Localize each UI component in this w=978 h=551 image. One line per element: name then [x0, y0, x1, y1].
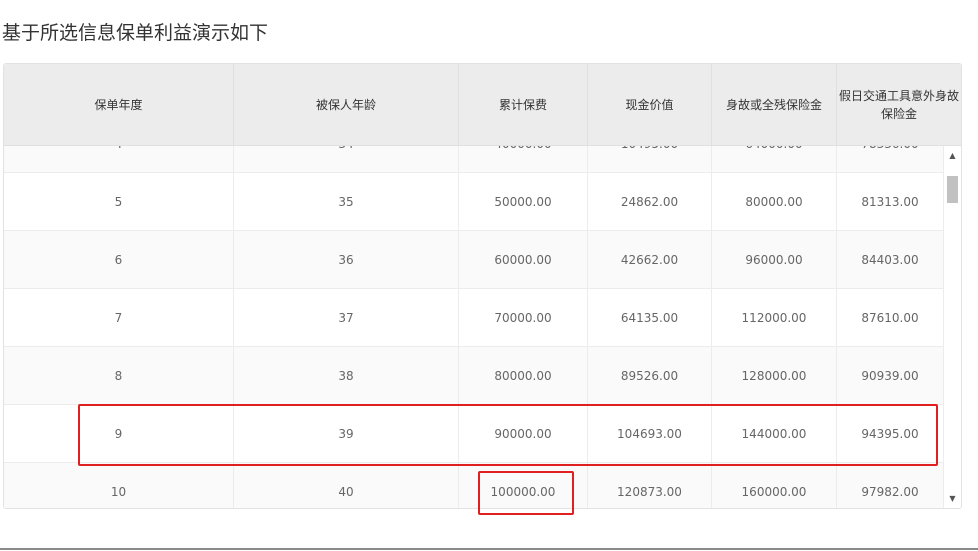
cell-holiday-accident-benefit: 84403.00: [861, 252, 919, 267]
cell-death-benefit: 112000.00: [712, 289, 837, 346]
table-row: 7 37 70000.00 64135.00 112000.00 87610.0…: [4, 289, 943, 347]
cell-holiday-accident-benefit: 97982.00: [861, 484, 919, 499]
header-death-benefit: 身故或全残保险金: [712, 64, 837, 145]
page-title: 基于所选信息保单利益演示如下: [2, 22, 269, 44]
cell-insured-age: 36: [234, 231, 459, 288]
cell-policy-year: 7: [4, 289, 234, 346]
cell-policy-year: 5: [4, 173, 234, 230]
cell-death-benefit: 128000.00: [712, 347, 837, 404]
cell-cumulative-premium: 50000.00: [459, 173, 588, 230]
scrollbar-thumb[interactable]: [947, 176, 958, 203]
cell-cumulative-premium: 40000.00: [459, 145, 588, 172]
header-holiday-accident-benefit: 假日交通工具意外身故保险金: [839, 88, 960, 121]
cell-holiday-accident-benefit: 78336.00: [837, 145, 943, 172]
cell-death-benefit: 96000.00: [712, 231, 837, 288]
cell-cumulative-premium: 60000.00: [459, 231, 588, 288]
cell-death-benefit: 64000.00: [712, 145, 837, 172]
cell-cash-value: 120873.00: [588, 463, 712, 508]
cell-cash-value: 42662.00: [588, 231, 712, 288]
header-cumulative-premium: 累计保费: [459, 64, 588, 145]
cell-holiday-accident-benefit: 81313.00: [861, 194, 919, 209]
cell-insured-age: 37: [234, 289, 459, 346]
cell-policy-year: 10: [4, 463, 234, 508]
cell-cumulative-premium: 70000.00: [459, 289, 588, 346]
cell-insured-age: 34: [234, 145, 459, 172]
cell-policy-year: 8: [4, 347, 234, 404]
cell-policy-year: 4: [4, 145, 234, 172]
cell-insured-age: 40: [234, 463, 459, 508]
cell-holiday-accident-benefit: 87610.00: [861, 310, 919, 325]
cell-cash-value: 64135.00: [588, 289, 712, 346]
table-row: 5 35 50000.00 24862.00 80000.00 81313.00: [4, 173, 943, 231]
table-row: 6 36 60000.00 42662.00 96000.00 84403.00: [4, 231, 943, 289]
highlight-premium-cell: [478, 471, 574, 515]
header-insured-age: 被保人年龄: [234, 64, 459, 145]
table-row: 10 40 100000.00 120873.00 160000.00 9798…: [4, 463, 943, 508]
cell-cash-value: 10495.00: [588, 145, 712, 172]
header-cash-value: 现金价值: [588, 64, 712, 145]
triangle-down-icon[interactable]: ▼: [944, 491, 961, 505]
table-header: 保单年度 被保人年龄 累计保费 现金价值 身故或全残保险金 假日交通工具意外身故…: [4, 64, 961, 146]
vertical-scrollbar[interactable]: ▲ ▼: [943, 145, 961, 508]
cell-holiday-accident-benefit: 90939.00: [861, 368, 919, 383]
cell-insured-age: 38: [234, 347, 459, 404]
cell-death-benefit: 80000.00: [712, 173, 837, 230]
cell-cash-value: 24862.00: [588, 173, 712, 230]
table-row: 4 34 40000.00 10495.00 64000.00 78336.00: [4, 145, 943, 173]
cell-insured-age: 35: [234, 173, 459, 230]
cell-death-benefit: 160000.00: [712, 463, 837, 508]
divider: [0, 548, 978, 550]
table-row: 8 38 80000.00 89526.00 128000.00 90939.0…: [4, 347, 943, 405]
header-policy-year: 保单年度: [4, 64, 234, 145]
cell-cumulative-premium: 80000.00: [459, 347, 588, 404]
triangle-up-icon[interactable]: ▲: [944, 148, 961, 162]
cell-policy-year: 6: [4, 231, 234, 288]
cell-cash-value: 89526.00: [588, 347, 712, 404]
highlight-row-9: [78, 404, 938, 466]
